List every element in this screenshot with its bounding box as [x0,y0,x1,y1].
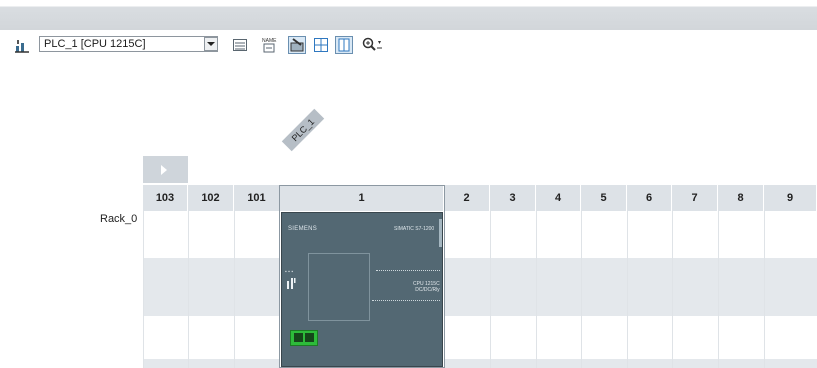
slot-102[interactable] [188,211,234,368]
slot-band [765,258,817,316]
slot-101[interactable] [234,211,280,368]
terminal-block [290,330,318,346]
slot-2[interactable] [444,211,490,368]
show-module-labels-icon[interactable] [288,36,306,54]
dropdown-arrow-icon[interactable] [204,37,218,51]
slot-band [537,359,581,368]
slot-header-4: 4 [536,185,581,211]
zoom-icon[interactable] [362,37,384,53]
slot-header-102: 102 [188,185,234,211]
io-strip-bottom [372,300,440,303]
slot-band [628,258,672,316]
slot-band [765,359,817,368]
cpu-indicator [439,219,442,247]
device-label[interactable]: PLC_1 [281,108,325,152]
title-band [0,0,817,30]
slot-band [235,258,280,316]
expand-slots-button[interactable] [143,156,188,183]
slot-header-2: 2 [444,185,490,211]
slot-header-8: 8 [718,185,764,211]
slot-band [445,258,490,316]
terminal-left [294,333,303,342]
slot-header-6: 6 [627,185,672,211]
cpu-brand: SIEMENS [288,226,318,232]
slot-3[interactable] [490,211,536,368]
slot-band [537,258,581,316]
io-glyph [287,278,296,289]
slot-8[interactable] [718,211,764,368]
profinet-icon[interactable]: NAME [261,36,277,53]
slot-103[interactable] [143,211,188,368]
cpu-led-row: ▪ ▪ ▪ [285,269,294,275]
cpu-cover [308,253,370,321]
page-break-glyph [338,38,350,52]
slot-header-9: 9 [764,185,817,211]
device-selector-value: PLC_1 [CPU 1215C] [44,38,146,50]
io-strip-top [376,270,440,273]
svg-text:NAME: NAME [262,38,277,44]
slot-header-103: 103 [143,185,188,211]
slot-header-5: 5 [581,185,627,211]
slot-band [445,359,490,368]
cpu-type-line2: DC/DC/Rly [415,287,440,293]
slot-band [719,359,764,368]
slot-band [144,258,188,316]
slot-band [491,258,536,316]
slot-4[interactable] [536,211,581,368]
terminal-right [305,333,314,342]
slot-band [719,258,764,316]
cpu-module[interactable]: SIEMENS SIMATIC S7-1200 ▪ ▪ ▪ CPU 1215C … [281,212,443,367]
rack-name: Rack_0 [100,213,138,225]
slot-9[interactable] [764,211,817,368]
page-break-icon[interactable] [335,36,353,54]
slot-band [235,359,280,368]
slot-band [582,258,627,316]
slot-band [189,359,234,368]
slot-7[interactable] [672,211,718,368]
cpu-model: SIMATIC S7-1200 [394,226,435,232]
slot-band [144,359,188,368]
slot-5[interactable] [581,211,627,368]
io-icon [286,276,296,289]
module-labels-glyph [290,38,304,52]
slot-band [673,359,718,368]
slot-6[interactable] [627,211,672,368]
device-selector[interactable]: PLC_1 [CPU 1215C] [39,36,218,52]
slot-header-1: 1 [280,185,444,211]
slot-header-3: 3 [490,185,536,211]
slot-band [491,359,536,368]
slot-band [628,359,672,368]
slot-band [189,258,234,316]
slot-band [673,258,718,316]
slot-band [582,359,627,368]
slot-header-7: 7 [672,185,718,211]
grid-icon[interactable] [313,37,329,53]
slot-header-101: 101 [234,185,280,211]
network-view-icon[interactable] [14,37,30,53]
cpu-type: CPU 1215C DC/DC/Rly [413,281,440,293]
device-overview-icon[interactable] [232,37,248,53]
